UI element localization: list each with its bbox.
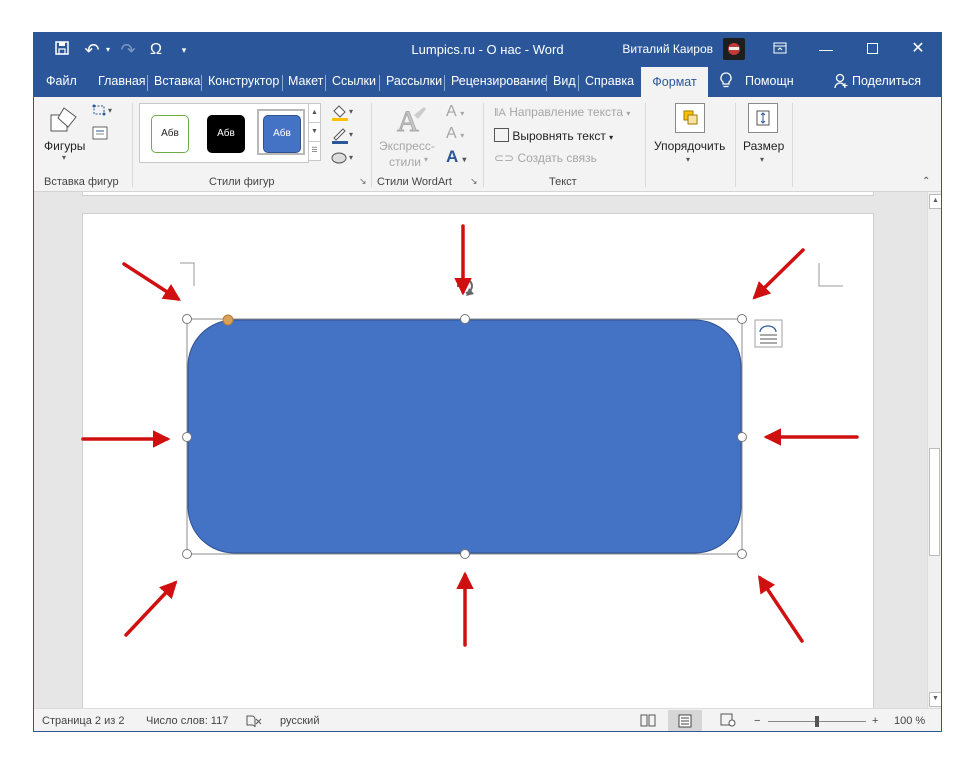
zoom-in-icon[interactable]: +	[872, 715, 878, 727]
tab-home[interactable]: Главная	[98, 74, 146, 88]
scroll-down-icon[interactable]: ▼	[929, 692, 941, 707]
shapes-icon[interactable]	[48, 105, 80, 140]
edit-shape-icon[interactable]: ▾	[92, 103, 116, 122]
gallery-down-icon[interactable]: ▼	[308, 123, 321, 142]
wordart-group-label: Стили WordArt	[377, 176, 452, 188]
print-layout-icon	[678, 714, 692, 728]
close-icon[interactable]: ✕	[895, 33, 941, 67]
word-count[interactable]: Число слов: 117	[146, 715, 228, 727]
shapes-button[interactable]: Фигуры	[44, 139, 85, 153]
tab-format[interactable]: Формат	[641, 67, 708, 97]
svg-text:A: A	[397, 105, 419, 137]
vertical-scrollbar[interactable]: ▲ ▼	[927, 192, 941, 708]
ribbon: Фигуры ▾ ▾ Вставка фигур Абв Абв Абв ▲ ▼…	[34, 97, 941, 192]
scroll-up-icon[interactable]: ▲	[929, 194, 941, 209]
avatar[interactable]	[723, 38, 745, 60]
share-button[interactable]: Поделиться	[852, 74, 921, 88]
read-mode-icon[interactable]	[640, 713, 656, 730]
previous-page-edge	[82, 192, 874, 196]
tab-help[interactable]: Справка	[585, 74, 634, 88]
word-window: ↶ ▾ ↷ Ω ▾ Lumpics.ru - О нас - Word Вита…	[33, 32, 942, 732]
text-fill-icon[interactable]: A ▾	[446, 103, 464, 121]
zoom-level[interactable]: 100 %	[894, 715, 925, 727]
wordart-styles-icon[interactable]: A	[394, 103, 428, 142]
wordart-launcher-icon[interactable]: ↘	[470, 176, 478, 187]
gallery-more-icon[interactable]: ☰	[308, 142, 321, 161]
text-box-icon[interactable]	[92, 126, 110, 145]
print-layout-button[interactable]	[668, 710, 702, 731]
svg-text:▾: ▾	[108, 106, 112, 115]
shape-styles-group-label: Стили фигур	[209, 176, 275, 188]
svg-text:▾: ▾	[349, 130, 353, 139]
document-area	[34, 192, 927, 708]
shape-fill-icon[interactable]: ▾	[330, 103, 356, 126]
zoom-out-icon[interactable]: −	[754, 715, 760, 727]
page-counter[interactable]: Страница 2 из 2	[42, 715, 124, 727]
minimize-icon[interactable]: —	[803, 33, 849, 67]
shape-style-preset[interactable]: Абв	[207, 115, 245, 153]
collapse-ribbon-icon[interactable]: ⌃	[922, 176, 930, 187]
svg-text:▾: ▾	[349, 107, 353, 116]
tab-file[interactable]: Файл	[46, 74, 77, 88]
user-name[interactable]: Виталий Каиров	[622, 42, 713, 56]
svg-text:▾: ▾	[349, 153, 353, 162]
tab-layout[interactable]: Макет	[288, 74, 323, 88]
share-person-icon[interactable]	[834, 73, 848, 92]
size-icon[interactable]	[748, 103, 778, 133]
tab-insert[interactable]: Вставка	[154, 74, 200, 88]
tab-design[interactable]: Конструктор	[208, 74, 279, 88]
shape-effects-icon[interactable]: ▾	[330, 149, 356, 170]
shape-styles-gallery: Абв Абв Абв	[139, 103, 309, 163]
ribbon-tabs: Файл Главная Вставка Конструктор Макет С…	[34, 67, 941, 97]
arrange-icon[interactable]	[675, 103, 705, 133]
create-link-button[interactable]: ⊂⊃ Создать связь	[494, 151, 597, 165]
ribbon-display-options-icon[interactable]	[757, 33, 803, 67]
maximize-icon[interactable]	[849, 33, 895, 67]
shapes-dropdown-icon[interactable]: ▾	[62, 153, 66, 162]
gallery-up-icon[interactable]: ▲	[308, 103, 321, 123]
text-effects-icon[interactable]: A ▾	[446, 147, 466, 167]
link-icon: ⊂⊃	[494, 151, 515, 165]
zoom-slider-thumb[interactable]	[815, 716, 819, 727]
proofing-icon[interactable]	[246, 715, 262, 731]
size-button[interactable]: Размер	[743, 139, 784, 153]
tell-me-search[interactable]: Помощн	[745, 74, 794, 88]
tab-mailings[interactable]: Рассылки	[386, 74, 442, 88]
tab-review[interactable]: Рецензирование	[451, 74, 548, 88]
express-styles-line2[interactable]: стили	[389, 155, 421, 169]
tab-references[interactable]: Ссылки	[332, 74, 376, 88]
tab-view[interactable]: Вид	[553, 74, 576, 88]
insert-shapes-group-label: Вставка фигур	[44, 176, 119, 188]
align-text-button[interactable]: Выровнять текст ▾	[494, 128, 613, 143]
scroll-thumb[interactable]	[929, 448, 940, 556]
web-layout-icon[interactable]	[720, 713, 736, 730]
text-group-label: Текст	[549, 176, 577, 188]
shape-styles-launcher-icon[interactable]: ↘	[359, 176, 367, 187]
status-bar: Страница 2 из 2 Число слов: 117 русский …	[34, 708, 941, 731]
language-indicator[interactable]: русский	[280, 715, 319, 727]
text-direction-button[interactable]: ‖A Направление текста ▾	[494, 105, 630, 119]
shape-outline-icon[interactable]: ▾	[330, 126, 356, 149]
shape-style-preset[interactable]: Абв	[151, 115, 189, 153]
lightbulb-icon[interactable]	[720, 72, 732, 93]
styles-gallery-scroll[interactable]: ▲ ▼ ☰	[308, 103, 321, 161]
shape-style-preset[interactable]: Абв	[263, 115, 301, 153]
title-bar: ↶ ▾ ↷ Ω ▾ Lumpics.ru - О нас - Word Вита…	[34, 33, 941, 67]
arrange-button[interactable]: Упорядочить	[654, 139, 725, 153]
align-text-icon	[494, 128, 509, 142]
express-styles-line1[interactable]: Экспресс-	[379, 139, 435, 153]
document-page[interactable]	[82, 213, 874, 708]
text-outline-icon[interactable]: A ▾	[446, 125, 464, 143]
